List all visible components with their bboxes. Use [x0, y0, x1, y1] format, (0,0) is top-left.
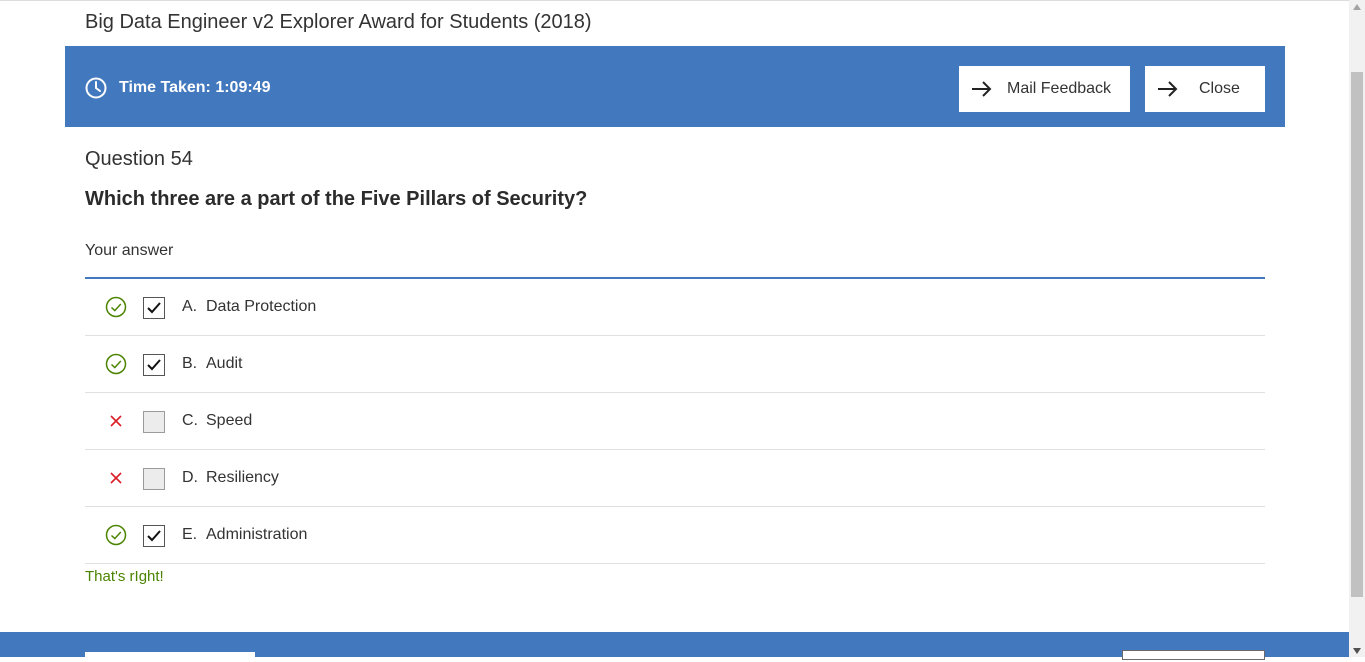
answer-option-a: A. Data Protection — [85, 279, 1265, 336]
vertical-scrollbar[interactable] — [1349, 0, 1365, 657]
footer-next-button[interactable] — [1122, 650, 1265, 660]
checkmark-icon — [147, 302, 161, 314]
answer-option-c: C. Speed — [85, 393, 1265, 450]
question-text: Which three are a part of the Five Pilla… — [85, 188, 588, 210]
answer-checkbox[interactable] — [143, 297, 165, 319]
scroll-up-arrow-icon[interactable] — [1353, 4, 1361, 10]
close-label: Close — [1199, 80, 1240, 97]
scrollbar-thumb[interactable] — [1351, 72, 1363, 597]
mail-feedback-label: Mail Feedback — [1007, 80, 1112, 97]
option-letter: E. — [182, 526, 198, 543]
checkmark-icon — [147, 359, 161, 371]
option-label: Speed — [206, 412, 253, 429]
footer-previous-button[interactable] — [85, 652, 255, 662]
option-letter: C. — [182, 412, 198, 429]
option-label: Audit — [206, 355, 243, 372]
option-letter: D. — [182, 469, 198, 486]
answer-option-b: B. Audit — [85, 336, 1265, 393]
answer-checkbox[interactable] — [143, 468, 165, 490]
option-letter: A. — [182, 298, 198, 315]
header-bar: Time Taken: 1:09:49 Mail Feedback Close — [65, 46, 1285, 127]
close-button[interactable]: Close — [1145, 66, 1265, 112]
mail-feedback-button[interactable]: Mail Feedback — [959, 66, 1130, 112]
answer-checkbox[interactable] — [143, 525, 165, 547]
scroll-down-arrow-icon[interactable] — [1353, 648, 1361, 654]
question-number: Question 54 — [85, 148, 193, 170]
option-label: Resiliency — [206, 469, 279, 486]
page-title: Big Data Engineer v2 Explorer Award for … — [85, 11, 592, 33]
checkmark-icon — [147, 530, 161, 542]
option-label: Administration — [206, 526, 308, 543]
correct-check-icon — [105, 353, 127, 375]
time-taken: Time Taken: 1:09:49 — [119, 79, 271, 96]
clock-icon — [85, 77, 107, 99]
your-answer-label: Your answer — [85, 242, 174, 259]
answer-option-d: D. Resiliency — [85, 450, 1265, 507]
incorrect-x-icon — [110, 415, 122, 427]
option-letter: B. — [182, 355, 198, 372]
answer-options: A. Data Protection B. Audit C. Speed D. … — [85, 279, 1265, 564]
correct-check-icon — [105, 524, 127, 546]
arrow-right-icon — [1158, 81, 1178, 97]
footer-bar — [0, 632, 1349, 662]
answer-option-e: E. Administration — [85, 507, 1265, 564]
answer-checkbox[interactable] — [143, 354, 165, 376]
correct-check-icon — [105, 296, 127, 318]
arrow-right-icon — [972, 81, 992, 97]
incorrect-x-icon — [110, 472, 122, 484]
option-label: Data Protection — [206, 298, 317, 315]
answer-checkbox[interactable] — [143, 411, 165, 433]
top-border — [0, 0, 1349, 5]
feedback-message: That's rIght! — [85, 568, 164, 585]
